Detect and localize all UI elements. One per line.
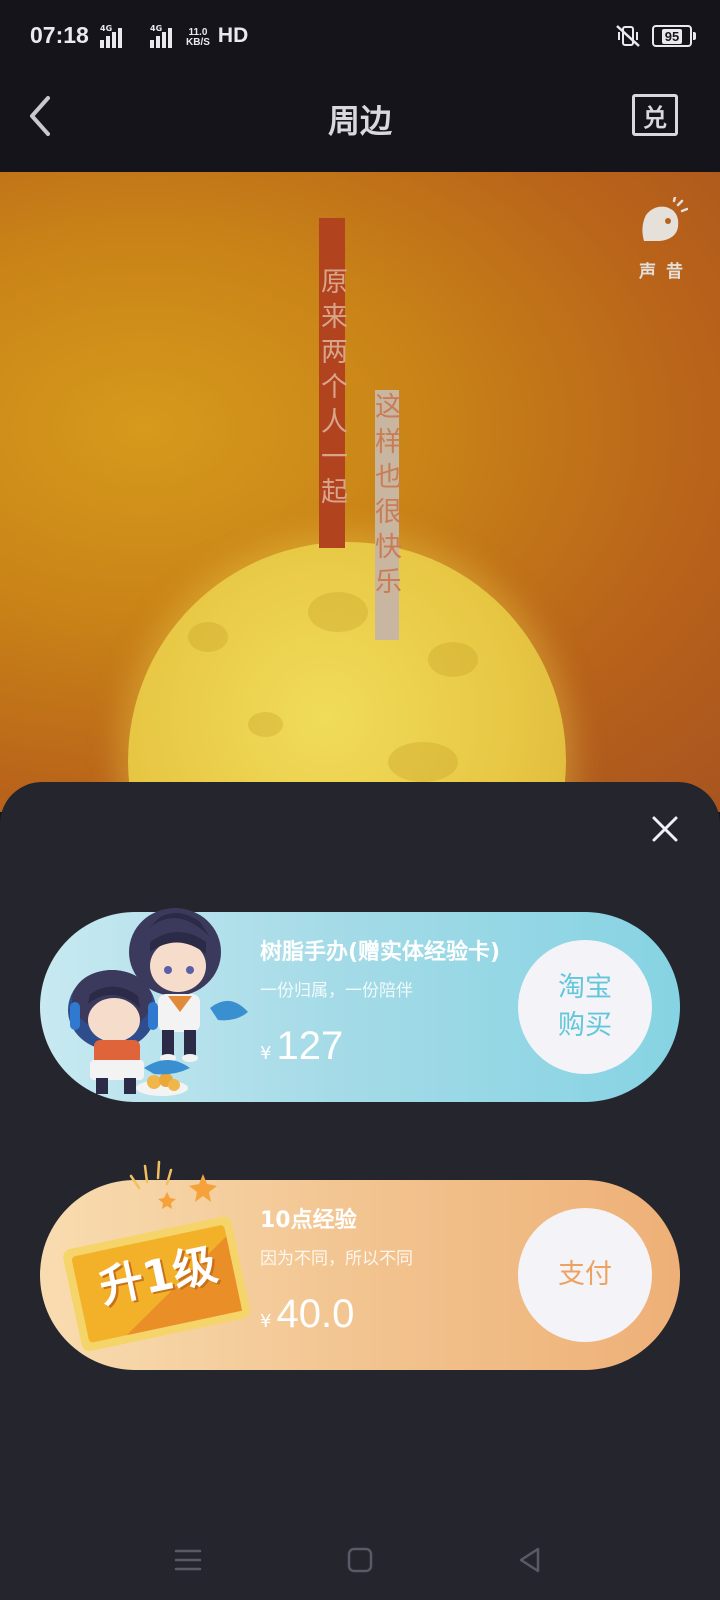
network-indicators: 4G 4G 11.0 KB/S HD bbox=[100, 24, 248, 48]
brand-logo: 声昔 bbox=[630, 195, 694, 282]
taobao-buy-label: 淘宝购买 bbox=[558, 972, 612, 1041]
poem-line-1: 原来两个人一起 bbox=[316, 218, 347, 548]
home-icon[interactable] bbox=[344, 1544, 376, 1576]
poem-line-2: 这样也很快乐 bbox=[370, 390, 401, 640]
vibrate-mute-icon bbox=[616, 25, 640, 47]
moon-illustration bbox=[128, 542, 566, 812]
product-card-figure[interactable]: 树脂手办(赠实体经验卡) 一份归属，一份陪伴 ¥ 127 淘宝购买 bbox=[40, 908, 680, 1102]
sim1-label: 4G bbox=[100, 24, 113, 33]
brand-name: 声昔 bbox=[639, 262, 693, 282]
banner-image: 原来两个人一起 这样也很快乐 声昔 bbox=[0, 172, 720, 812]
pay-button[interactable]: 支付 bbox=[518, 1208, 652, 1342]
status-time: 07:18 bbox=[30, 22, 89, 48]
speed-unit: KB/S bbox=[186, 37, 210, 48]
product-title: 树脂手办(赠实体经验卡) bbox=[260, 940, 501, 965]
resin-figure-image bbox=[68, 908, 248, 1096]
taobao-buy-button[interactable]: 淘宝购买 bbox=[518, 940, 652, 1074]
sim2-label: 4G bbox=[150, 24, 163, 33]
product-price: ¥ 40.0 bbox=[260, 1292, 354, 1337]
product-subtitle: 一份归属，一份陪伴 bbox=[260, 981, 413, 1001]
menu-icon[interactable] bbox=[172, 1544, 204, 1576]
product-card-experience[interactable]: 升1级 10点经验 因为不同，所以不同 ¥ 40.0 支付 bbox=[40, 1160, 680, 1370]
redeem-button[interactable]: 兑 bbox=[632, 94, 678, 136]
currency-symbol: ¥ bbox=[260, 1043, 272, 1064]
currency-symbol: ¥ bbox=[260, 1311, 272, 1332]
purchase-sheet: 树脂手办(赠实体经验卡) 一份归属，一份陪伴 ¥ 127 淘宝购买 升1级 10… bbox=[0, 782, 720, 1600]
battery-level: 95 bbox=[661, 28, 683, 44]
battery-icon: 95 bbox=[652, 25, 696, 47]
bird-icon bbox=[642, 195, 689, 241]
page-title: 周边 bbox=[327, 102, 392, 140]
close-icon[interactable] bbox=[648, 812, 682, 846]
product-title: 10点经验 bbox=[260, 1208, 357, 1233]
status-bar: 07:18 4G 4G 11.0 KB/S HD 95 bbox=[0, 0, 720, 72]
signal-icon: 4G bbox=[100, 24, 128, 48]
price-value: 40.0 bbox=[276, 1292, 355, 1336]
price-value: 127 bbox=[276, 1024, 344, 1068]
back-nav-icon[interactable] bbox=[514, 1544, 546, 1576]
network-speed: 11.0 KB/S bbox=[186, 28, 210, 48]
system-navigation-bar bbox=[0, 1520, 720, 1600]
pay-label: 支付 bbox=[558, 1259, 612, 1290]
signal-icon: 4G bbox=[150, 24, 178, 48]
product-subtitle: 因为不同，所以不同 bbox=[260, 1249, 413, 1269]
product-price: ¥ 127 bbox=[260, 1024, 343, 1069]
top-nav: 周边 兑 bbox=[0, 72, 720, 172]
hd-indicator: HD bbox=[217, 24, 249, 47]
